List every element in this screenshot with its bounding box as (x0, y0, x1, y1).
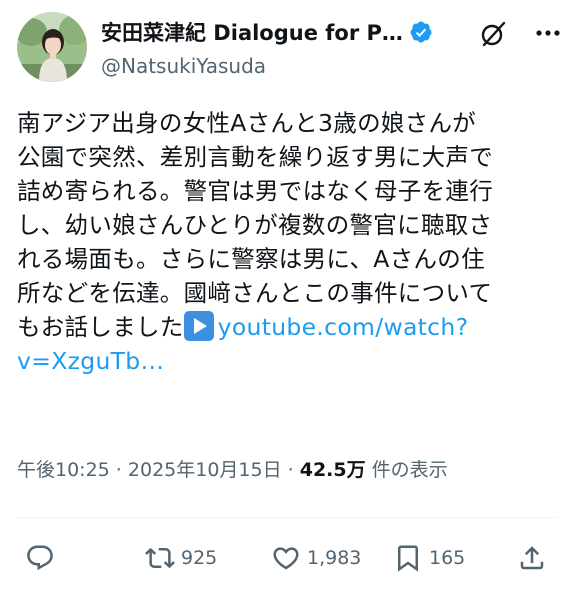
meta-separator: · (281, 459, 300, 481)
display-name[interactable]: 安田菜津紀 Dialogue for P… (101, 17, 403, 47)
bookmark-button[interactable]: 165 (393, 538, 465, 578)
tweet-meta: 午後10:25 · 2025年10月15日 · 42.5万 件の表示 (17, 455, 448, 482)
verified-badge-icon (410, 21, 432, 43)
play-button-emoji-icon (183, 311, 214, 341)
avatar[interactable] (17, 12, 87, 82)
like-button[interactable]: 1,983 (271, 538, 361, 578)
tweet-line: 公園で突然、差別言動を繰り返す男に大声で (17, 143, 493, 171)
author-handle[interactable]: @NatsukiYasuda (101, 54, 471, 78)
view-count: 42.5万 (299, 459, 366, 481)
tweet-line: 詰め寄られる。警官は男ではなく母子を連行 (17, 177, 493, 205)
retweet-count: 925 (181, 547, 218, 569)
avatar-image (17, 12, 87, 82)
bookmark-count: 165 (429, 547, 466, 569)
action-bar: 925 1,983 165 (17, 538, 557, 578)
retweet-icon (145, 547, 175, 569)
youtube-link[interactable]: youtube.com/watch? (218, 313, 469, 341)
view-count-label: 件の表示 (365, 459, 448, 481)
tweet-line-link: v=XzguTb… (17, 344, 557, 378)
more-icon[interactable] (532, 18, 564, 48)
author-names: 安田菜津紀 Dialogue for P… @NatsukiYasuda (101, 16, 471, 78)
tweet-time[interactable]: 午後10:25 (17, 459, 110, 481)
share-button[interactable] (517, 538, 547, 578)
grok-icon[interactable] (479, 20, 507, 48)
share-icon (520, 546, 544, 570)
tweet-line: 南アジア出身の女性Aさんと3歳の娘さんが (17, 109, 477, 137)
bookmark-icon (398, 545, 418, 572)
like-count: 1,983 (307, 547, 362, 569)
tweet-line-with-link: もお話しました youtube.com/watch? (17, 310, 557, 344)
tweet-line: し、幼い娘さんひとりが複数の警官に聴取さ (17, 211, 493, 239)
tweet-text: 南アジア出身の女性Aさんと3歳の娘さんが 公園で突然、差別言動を繰り返す男に大声… (17, 106, 557, 378)
tweet-line-text: もお話しました (17, 313, 184, 341)
retweet-button[interactable]: 925 (145, 538, 217, 578)
tweet-header: 安田菜津紀 Dialogue for P… @NatsukiYasuda (17, 12, 562, 84)
reply-button[interactable] (25, 538, 55, 578)
meta-separator: · (109, 459, 128, 481)
divider (17, 517, 557, 518)
tweet-line: れる場面も。さらに警察は男に、Aさんの住 (17, 245, 485, 273)
reply-icon (27, 545, 53, 571)
tweet-line: 所などを伝達。國﨑さんとこの事件について (17, 279, 493, 307)
youtube-link-continued[interactable]: v=XzguTb… (17, 347, 164, 375)
like-icon (273, 547, 299, 570)
tweet-date[interactable]: 2025年10月15日 (128, 459, 282, 481)
